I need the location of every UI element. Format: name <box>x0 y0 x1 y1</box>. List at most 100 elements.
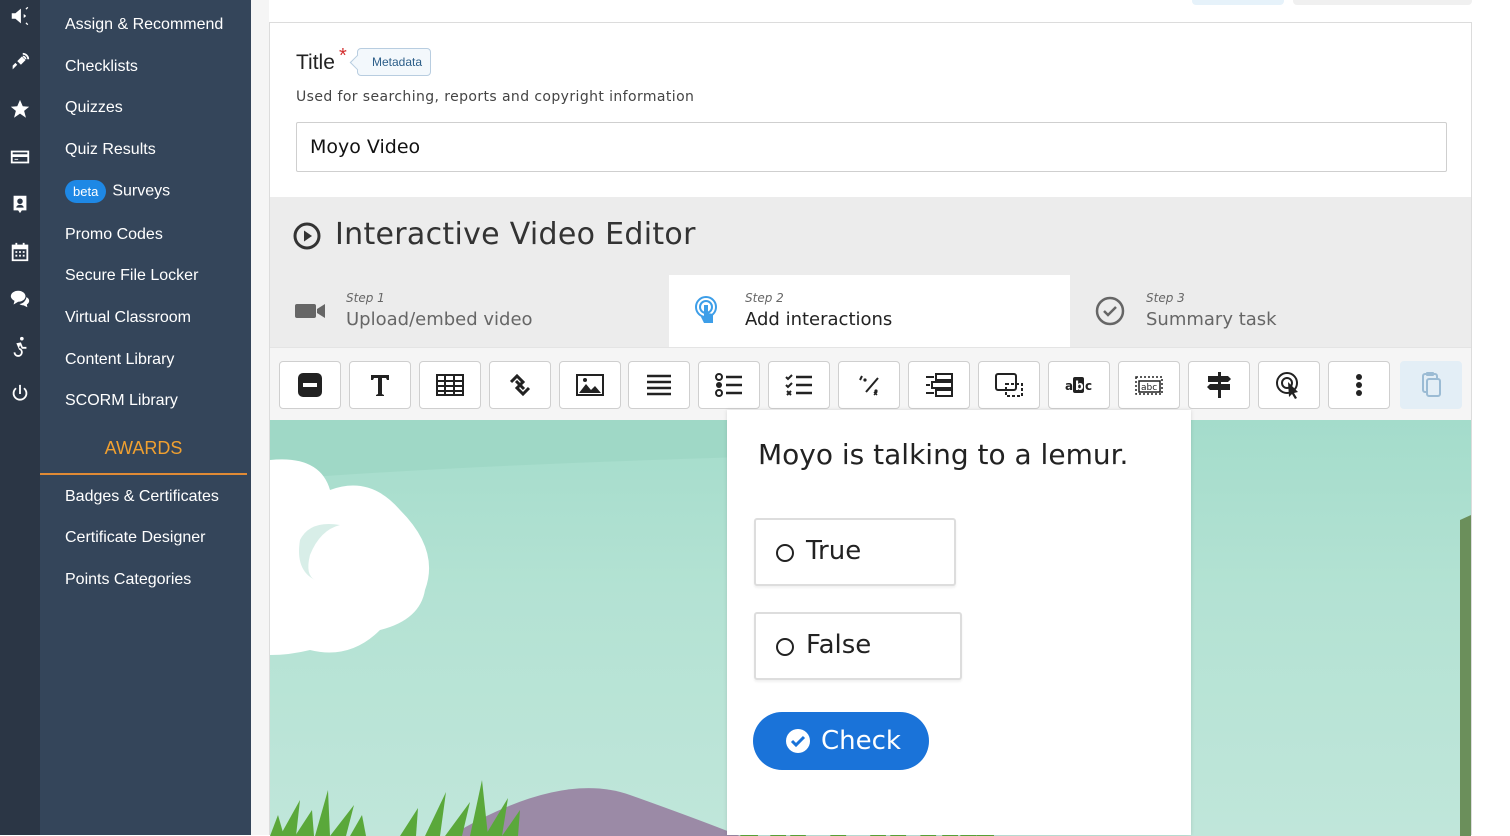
statements-tool-button[interactable] <box>628 361 690 409</box>
top-secondary-button[interactable] <box>1293 0 1472 5</box>
nav-item-label: Surveys <box>112 182 171 200</box>
nav-divider <box>40 473 247 475</box>
nav-item-virtual-classroom[interactable]: Virtual Classroom <box>65 309 191 327</box>
check-button[interactable]: Check <box>753 712 929 770</box>
nav-item-promo-codes[interactable]: Promo Codes <box>65 226 163 244</box>
drag-text-icon <box>926 373 953 397</box>
navigation-hotspot-icon <box>1276 372 1298 399</box>
nav-item-scorm-library[interactable]: SCORM Library <box>65 392 178 410</box>
link-tool-button[interactable] <box>489 361 551 409</box>
check-circle-icon <box>1095 296 1125 326</box>
check-button-label: Check <box>821 726 901 756</box>
answer-label: False <box>806 630 872 660</box>
link-icon <box>509 373 531 397</box>
crossroads-tool-button[interactable] <box>1188 361 1250 409</box>
nav-item-quizzes[interactable]: Quizzes <box>65 99 123 117</box>
label-icon <box>298 373 322 397</box>
check-circle-icon <box>786 729 810 753</box>
beta-badge: beta <box>65 180 107 203</box>
crossroads-icon <box>1207 372 1231 398</box>
top-action-button[interactable] <box>1192 0 1284 5</box>
nav-item-secure-file-locker[interactable]: Secure File Locker <box>65 267 198 285</box>
table-icon <box>436 374 464 396</box>
content-gutter <box>251 0 269 835</box>
answer-label: True <box>806 536 862 566</box>
drag-words-tool-button[interactable]: abc <box>1118 361 1180 409</box>
radio-icon <box>776 544 794 562</box>
answer-option-true[interactable]: True <box>754 518 956 586</box>
fill-blanks-icon <box>859 375 879 396</box>
paste-icon <box>1422 372 1441 397</box>
single-choice-tool-button[interactable] <box>698 361 760 409</box>
power-icon[interactable] <box>6 380 34 408</box>
mark-words-icon: abc <box>1065 377 1092 393</box>
nav-section-heading: AWARDS <box>104 438 183 458</box>
tab-step-summary[interactable]: Step 3 Summary task <box>1070 275 1471 347</box>
step-name: Summary task <box>1146 309 1277 330</box>
accessibility-icon[interactable] <box>6 332 34 360</box>
image-icon <box>576 374 604 396</box>
nav-item-points-categories[interactable]: Points Categories <box>65 571 191 589</box>
drag-words-icon: abc <box>1135 376 1163 395</box>
tab-step-upload[interactable]: Step 1 Upload/embed video <box>270 275 669 347</box>
play-circle-icon <box>293 222 321 250</box>
metadata-button[interactable]: Metadata <box>357 48 432 76</box>
statements-icon <box>647 374 671 396</box>
nav-item-certificate-designer[interactable]: Certificate Designer <box>65 529 206 547</box>
nav-item-checklists[interactable]: Checklists <box>65 58 138 76</box>
step-tabs: Step 1 Upload/embed video Step 2 Add int… <box>270 275 1471 347</box>
step-number: Step 2 <box>745 291 784 305</box>
radio-icon <box>776 638 794 656</box>
video-camera-icon <box>295 304 325 318</box>
editor-header: Interactive Video Editor <box>270 197 1471 275</box>
table-tool-button[interactable] <box>419 361 481 409</box>
satellite-icon[interactable] <box>6 48 34 76</box>
title-input[interactable] <box>296 122 1447 172</box>
required-marker: * <box>339 45 347 67</box>
title-description: Used for searching, reports and copyrigh… <box>296 89 695 105</box>
more-icon <box>1356 374 1362 396</box>
title-label: Title <box>296 51 335 74</box>
sidebar-nav: Assign & Recommend Checklists Quizzes Qu… <box>40 0 251 835</box>
drag-drop-icon <box>995 373 1023 397</box>
more-options-button[interactable] <box>1328 361 1390 409</box>
nav-item-quiz-results[interactable]: Quiz Results <box>65 141 156 159</box>
multiple-choice-tool-button[interactable] <box>768 361 830 409</box>
quiz-popup: Moyo is talking to a lemur. True False C… <box>727 410 1191 835</box>
fill-blanks-tool-button[interactable] <box>838 361 900 409</box>
svg-text:c: c <box>1085 379 1092 393</box>
megaphone-icon[interactable] <box>6 2 34 30</box>
image-tool-button[interactable] <box>559 361 621 409</box>
icon-rail <box>0 0 40 835</box>
user-badge-icon[interactable] <box>6 190 34 218</box>
drag-drop-tool-button[interactable] <box>978 361 1040 409</box>
mark-words-tool-button[interactable]: abc <box>1048 361 1110 409</box>
svg-text:abc: abc <box>1141 383 1157 393</box>
multiple-choice-icon <box>785 374 812 396</box>
touch-icon <box>695 296 717 323</box>
svg-text:b: b <box>1075 379 1084 393</box>
answer-option-false[interactable]: False <box>754 612 962 680</box>
text-tool-button[interactable] <box>349 361 411 409</box>
nav-item-surveys[interactable]: beta Surveys <box>65 180 170 203</box>
nav-item-assign-recommend[interactable]: Assign & Recommend <box>65 16 223 34</box>
step-name: Upload/embed video <box>346 309 533 330</box>
step-number: Step 1 <box>346 291 385 305</box>
paste-button[interactable] <box>1400 361 1462 409</box>
nav-item-content-library[interactable]: Content Library <box>65 351 174 369</box>
navigation-hotspot-tool-button[interactable] <box>1258 361 1320 409</box>
star-icon[interactable] <box>6 95 34 123</box>
credit-card-icon[interactable] <box>6 143 34 171</box>
step-number: Step 3 <box>1146 291 1185 305</box>
tab-step-interactions[interactable]: Step 2 Add interactions <box>669 275 1070 347</box>
question-text: Moyo is talking to a lemur. <box>758 438 1129 471</box>
chat-icon[interactable] <box>6 285 34 313</box>
step-name: Add interactions <box>745 309 893 330</box>
svg-text:a: a <box>1065 379 1073 393</box>
drag-text-tool-button[interactable] <box>908 361 970 409</box>
calendar-icon[interactable] <box>6 238 34 266</box>
editor-title: Interactive Video Editor <box>335 217 696 252</box>
single-choice-icon <box>715 373 742 397</box>
label-tool-button[interactable] <box>279 361 341 409</box>
nav-item-badges-certificates[interactable]: Badges & Certificates <box>65 488 219 506</box>
